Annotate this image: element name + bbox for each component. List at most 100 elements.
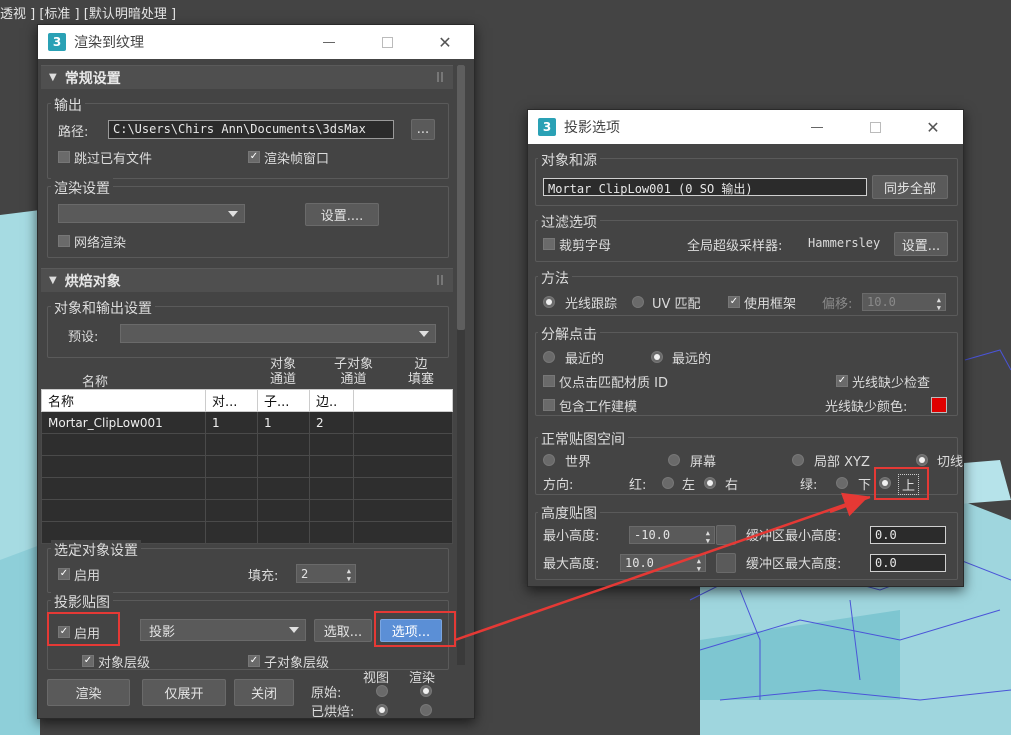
uv-match-radio[interactable] <box>632 296 644 308</box>
bake-objects-table[interactable]: 名称 对... 子... 边.. Mortar_ClipLow001 1 1 2 <box>41 389 453 544</box>
table-cell <box>257 499 310 522</box>
table-header-cell[interactable]: 名称 <box>41 389 206 412</box>
selected-enable-checkbox[interactable]: ✓ <box>58 568 70 580</box>
green-down-radio[interactable] <box>836 477 848 489</box>
max-height-spinner[interactable]: 10.0 ▲ ▼ <box>620 554 706 573</box>
render-frame-window-checkbox[interactable]: ✓ <box>248 151 260 163</box>
maximize-button[interactable] <box>852 110 898 144</box>
min-height-label: 最小高度: <box>543 529 600 544</box>
pick-button[interactable]: 选取... <box>314 619 372 642</box>
table-cell <box>309 455 354 478</box>
render-button[interactable]: 渲染 <box>47 679 130 706</box>
use-cage-checkbox[interactable]: ✓ <box>728 296 740 308</box>
object-source-field[interactable]: Mortar_ClipLow001 (0 SO 输出) <box>543 178 867 196</box>
sampler-settings-button[interactable]: 设置... <box>894 232 948 256</box>
table-header-cell[interactable]: 对... <box>205 389 258 412</box>
max-height-value: 10.0 <box>625 556 654 570</box>
max-height-pick-button[interactable] <box>716 553 736 573</box>
scrollbar[interactable] <box>457 65 465 665</box>
render-settings-label: 渲染设置 <box>51 178 113 198</box>
browse-path-button[interactable]: ... <box>411 119 435 140</box>
ray-miss-check-label: 光线缺少检查 <box>852 376 931 391</box>
closest-radio[interactable] <box>543 351 555 363</box>
path-input[interactable]: C:\Users\Chirs Ann\Documents\3dsMax <box>108 120 394 139</box>
app-icon: 3 <box>48 33 66 51</box>
table-cell: 2 <box>309 411 354 434</box>
network-render-label: 网络渲染 <box>74 236 127 251</box>
table-cell <box>205 477 258 500</box>
close-window-button[interactable]: ✕ <box>910 110 956 144</box>
skip-existing-checkbox[interactable] <box>58 151 70 163</box>
close-window-button[interactable]: ✕ <box>422 25 468 59</box>
min-height-spinner[interactable]: -10.0 ▲ ▼ <box>629 526 715 545</box>
minimize-button[interactable] <box>306 25 352 59</box>
offset-spinner[interactable]: 10.0 ▲ ▼ <box>862 293 946 312</box>
crop-alpha-checkbox[interactable] <box>543 238 555 250</box>
table-row[interactable]: Mortar_ClipLow001 1 1 2 <box>41 411 453 434</box>
title-bar[interactable]: 3 投影选项 ✕ <box>528 110 963 144</box>
table-header-cell[interactable]: 子... <box>257 389 310 412</box>
table-header-cell[interactable]: 边.. <box>309 389 354 412</box>
original-label: 原始: <box>311 686 342 701</box>
table-cell: 1 <box>205 411 258 434</box>
red-right-radio[interactable] <box>704 477 716 489</box>
padding-spinner[interactable]: 2 ▲ ▼ <box>296 564 356 583</box>
ray-miss-check-checkbox[interactable]: ✓ <box>836 375 848 387</box>
scroll-thumb[interactable] <box>457 65 465 330</box>
close-icon: ✕ <box>438 32 452 52</box>
title-bar[interactable]: 3 渲染到纹理 ✕ <box>38 25 474 59</box>
original-render-radio[interactable] <box>420 685 432 697</box>
table-cell <box>41 499 206 522</box>
ray-miss-color-swatch[interactable] <box>931 397 947 413</box>
close-icon: ✕ <box>926 117 940 137</box>
baked-render-radio[interactable] <box>420 704 432 716</box>
table-row[interactable] <box>41 477 453 500</box>
close-button[interactable]: 关闭 <box>234 679 294 706</box>
table-row[interactable] <box>41 455 453 478</box>
table-cell <box>309 433 354 456</box>
subobject-level-checkbox[interactable]: ✓ <box>248 655 260 667</box>
rollout-bake-objects[interactable]: ▼ 烘焙对象 <box>41 268 453 292</box>
buffer-min-height-label: 缓冲区最小高度: <box>746 529 842 544</box>
spinner-arrows-icon: ▲ ▼ <box>936 296 941 312</box>
world-radio[interactable] <box>543 454 555 466</box>
object-level-checkbox[interactable]: ✓ <box>82 655 94 667</box>
table-cell <box>353 433 453 456</box>
object-source-label: 对象和源 <box>538 150 600 170</box>
table-cell <box>257 455 310 478</box>
baked-view-radio[interactable] <box>376 704 388 716</box>
render-setup-button[interactable]: 设置.... <box>305 203 379 226</box>
include-working-model-checkbox[interactable] <box>543 399 555 411</box>
table-cell <box>353 477 453 500</box>
maximize-button[interactable] <box>364 25 410 59</box>
bake-preset-dropdown[interactable] <box>120 324 436 343</box>
table-cell <box>41 433 206 456</box>
min-height-pick-button[interactable] <box>716 525 736 545</box>
table-row[interactable] <box>41 499 453 522</box>
buffer-min-height-field[interactable]: 0.0 <box>870 526 946 544</box>
original-view-radio[interactable] <box>376 685 388 697</box>
buffer-max-height-field[interactable]: 0.0 <box>870 554 946 572</box>
tangent-radio[interactable] <box>916 454 928 466</box>
green-down-label: 下 <box>858 478 872 493</box>
minimize-button[interactable] <box>794 110 840 144</box>
hit-matching-mtl-checkbox[interactable] <box>543 375 555 387</box>
unwrap-only-button[interactable]: 仅展开 <box>142 679 226 706</box>
rollout-general-settings[interactable]: ▼ 常规设置 <box>41 65 453 89</box>
min-height-value: -10.0 <box>634 528 671 542</box>
sync-all-button[interactable]: 同步全部 <box>872 175 948 199</box>
maximize-icon <box>381 36 393 48</box>
chevron-down-icon <box>228 210 238 217</box>
raytrace-radio[interactable] <box>543 296 555 308</box>
furthest-radio[interactable] <box>651 351 663 363</box>
table-row[interactable] <box>41 433 453 456</box>
table-cell <box>353 411 453 434</box>
local-xyz-radio[interactable] <box>792 454 804 466</box>
network-render-checkbox[interactable] <box>58 235 70 247</box>
projection-type-dropdown[interactable]: 投影 <box>140 619 306 641</box>
screen-radio[interactable] <box>668 454 680 466</box>
selected-enable-label: 启用 <box>74 569 101 584</box>
path-label: 路径: <box>58 125 89 140</box>
render-preset-dropdown[interactable] <box>58 204 245 223</box>
red-left-radio[interactable] <box>662 477 674 489</box>
